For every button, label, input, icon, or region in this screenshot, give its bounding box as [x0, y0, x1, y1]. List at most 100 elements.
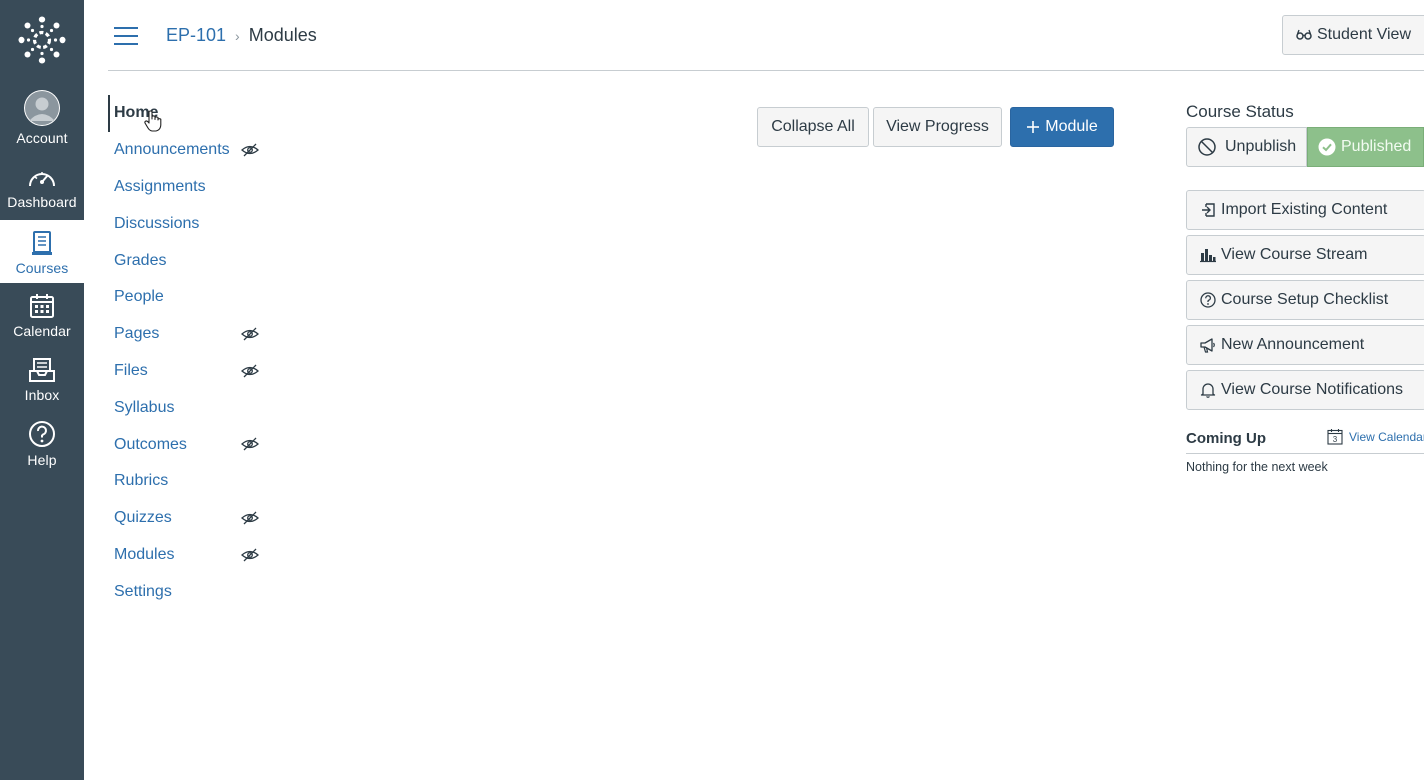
import-existing-content-label: Import Existing Content: [1221, 201, 1388, 218]
course-nav-assignments[interactable]: Assignments: [108, 169, 278, 206]
view-course-notifications-label: View Course Notifications: [1221, 381, 1404, 398]
course-nav-label: Grades: [114, 251, 167, 269]
account-avatar-icon: [24, 90, 60, 126]
unpublish-button[interactable]: Unpublish: [1186, 127, 1307, 167]
hidden-eye-slash-icon: [241, 548, 259, 562]
student-view-button[interactable]: Student View: [1282, 15, 1424, 55]
course-nav-label: Assignments: [114, 177, 206, 195]
view-progress-label: View Progress: [886, 118, 989, 135]
global-nav: Account Dashboard Courses Calendar Inbox…: [0, 0, 84, 780]
global-nav-dashboard[interactable]: Dashboard: [0, 164, 84, 227]
hidden-eye-slash-icon: [241, 511, 259, 525]
view-course-notifications-button[interactable]: View Course Notifications: [1186, 370, 1424, 410]
help-question-icon: [29, 421, 55, 447]
view-calendar-label: View Calendar: [1349, 429, 1424, 444]
page-header: EP-101 › Modules Student View: [108, 0, 1424, 71]
plus-icon: [1027, 121, 1040, 133]
course-nav-label: Quizzes: [114, 509, 172, 527]
inbox-icon: [29, 358, 55, 382]
add-module-label: Module: [1045, 118, 1098, 135]
global-nav-label: Calendar: [13, 323, 71, 339]
question-circle-icon: [1200, 292, 1216, 308]
course-nav-files[interactable]: Files: [108, 353, 278, 390]
import-existing-content-button[interactable]: Import Existing Content: [1186, 190, 1424, 230]
unpublish-label: Unpublish: [1225, 138, 1297, 155]
view-course-stream-label: View Course Stream: [1221, 246, 1368, 263]
megaphone-icon: [1200, 338, 1215, 353]
course-nav-outcomes[interactable]: Outcomes: [108, 426, 278, 463]
global-nav-label: Inbox: [24, 387, 60, 403]
course-nav-label: Files: [114, 361, 148, 379]
calendar-day-icon: 3: [1327, 429, 1343, 445]
course-nav-label: People: [114, 288, 164, 306]
global-nav-account[interactable]: Account: [0, 90, 84, 153]
course-nav-label: Pages: [114, 325, 160, 343]
breadcrumb-separator: ›: [235, 27, 240, 44]
course-nav-settings[interactable]: Settings: [108, 573, 278, 610]
global-nav-label: Account: [16, 130, 68, 146]
global-nav-courses[interactable]: Courses: [0, 220, 84, 283]
course-nav-rubrics[interactable]: Rubrics: [108, 463, 278, 500]
course-nav-discussions[interactable]: Discussions: [108, 205, 278, 242]
collapse-all-label: Collapse All: [771, 118, 855, 135]
unpublish-circle-slash-icon: [1198, 138, 1216, 156]
canvas-logo-icon[interactable]: [18, 16, 66, 64]
course-setup-checklist-label: Course Setup Checklist: [1221, 291, 1389, 308]
course-nav-announcements[interactable]: Announcements: [108, 132, 278, 169]
course-menu-toggle-icon[interactable]: [114, 27, 138, 45]
global-nav-label: Help: [27, 452, 57, 468]
hidden-eye-slash-icon: [241, 327, 259, 341]
course-nav-grades[interactable]: Grades: [108, 242, 278, 279]
coming-up-divider: [1186, 453, 1424, 454]
course-nav-label: Announcements: [114, 141, 230, 159]
hand-cursor-icon: [144, 110, 162, 132]
publish-status-group: Unpublish Published: [1186, 127, 1424, 167]
published-label: Published: [1341, 138, 1412, 155]
global-nav-calendar[interactable]: Calendar: [0, 291, 84, 354]
global-nav-label: Dashboard: [7, 194, 77, 210]
breadcrumb-current: Modules: [248, 25, 317, 45]
calendar-icon: [30, 294, 54, 318]
published-check-icon: [1318, 138, 1336, 156]
hidden-eye-slash-icon: [241, 364, 259, 378]
breadcrumb: EP-101 › Modules: [166, 25, 317, 46]
course-setup-checklist-button[interactable]: Course Setup Checklist: [1186, 280, 1424, 320]
view-progress-button[interactable]: View Progress: [873, 107, 1002, 147]
breadcrumb-course-link[interactable]: EP-101: [166, 25, 226, 46]
coming-up-heading: Coming Up: [1186, 430, 1266, 447]
view-course-stream-button[interactable]: View Course Stream: [1186, 235, 1424, 275]
course-nav-quizzes[interactable]: Quizzes: [108, 500, 278, 537]
new-announcement-label: New Announcement: [1221, 336, 1365, 353]
course-status-heading: Course Status: [1186, 102, 1294, 121]
course-nav-modules[interactable]: Modules: [108, 537, 278, 574]
course-nav-home[interactable]: Home: [108, 95, 278, 132]
global-nav-label: Courses: [15, 260, 69, 276]
new-announcement-button[interactable]: New Announcement: [1186, 325, 1424, 365]
course-nav: Home Announcements Assignments Discussio…: [108, 95, 278, 610]
add-module-button[interactable]: Module: [1010, 107, 1114, 147]
hidden-eye-slash-icon: [241, 143, 259, 157]
import-icon: [1202, 203, 1215, 217]
glasses-icon: [1296, 29, 1312, 40]
course-nav-label: Outcomes: [114, 435, 187, 453]
course-nav-pages[interactable]: Pages: [108, 316, 278, 353]
calendar-day-number: 3: [1333, 435, 1338, 444]
course-nav-label: Settings: [114, 582, 172, 600]
student-view-label: Student View: [1317, 26, 1411, 43]
hidden-eye-slash-icon: [241, 437, 259, 451]
dashboard-gauge-icon: [29, 172, 55, 187]
bell-icon: [1200, 383, 1216, 398]
global-nav-help[interactable]: Help: [0, 418, 84, 481]
courses-book-icon: [32, 231, 52, 255]
course-nav-label: Discussions: [114, 214, 200, 232]
collapse-all-button[interactable]: Collapse All: [757, 107, 869, 147]
global-nav-inbox[interactable]: Inbox: [0, 355, 84, 418]
bar-chart-icon: [1200, 249, 1216, 263]
course-nav-label: Rubrics: [114, 472, 169, 490]
published-button[interactable]: Published: [1307, 127, 1424, 167]
course-nav-people[interactable]: People: [108, 279, 278, 316]
course-nav-label: Syllabus: [114, 398, 175, 416]
course-nav-label: Modules: [114, 545, 175, 563]
course-nav-syllabus[interactable]: Syllabus: [108, 389, 278, 426]
view-calendar-link[interactable]: 3 View Calendar: [1327, 428, 1424, 445]
